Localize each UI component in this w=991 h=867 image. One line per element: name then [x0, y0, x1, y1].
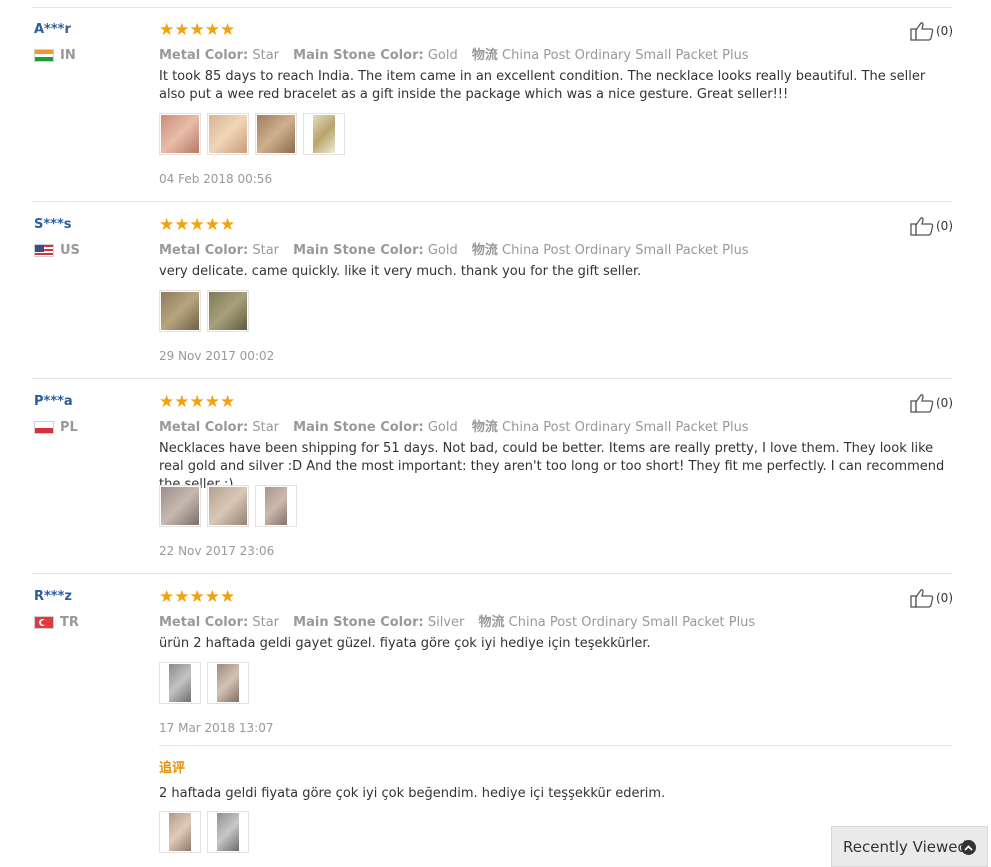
review-divider [32, 378, 952, 379]
follow-up-text: 2 haftada geldi fiyata göre çok iyi çok … [159, 786, 666, 801]
review-photos [159, 485, 297, 527]
helpful-button[interactable]: (0) [910, 21, 953, 41]
country-code: US [60, 243, 80, 258]
review-photos [159, 290, 249, 332]
helpful-button[interactable]: (0) [910, 588, 953, 608]
country-code: IN [60, 48, 76, 63]
reviewer-name[interactable]: P***a [34, 394, 73, 409]
follow-up-label: 追评 [159, 761, 186, 776]
thumbs-up-icon [910, 589, 934, 608]
review-photo[interactable] [159, 113, 201, 155]
thumbs-up-icon [910, 217, 934, 236]
review-photo[interactable] [159, 662, 201, 704]
review-photos [159, 662, 249, 704]
shipping-label: 物流 [471, 48, 498, 63]
stone-color-label: Main Stone Color: [293, 243, 424, 258]
thumbs-up-icon [910, 22, 934, 41]
recently-viewed-button[interactable]: Recently Viewed [831, 826, 988, 867]
follow-up-photos [159, 811, 249, 853]
country-code: PL [60, 420, 78, 435]
review-date: 22 Nov 2017 23:06 [159, 544, 275, 558]
metal-color-label: Metal Color: [159, 243, 249, 258]
stone-color-value: Gold [427, 420, 458, 435]
metal-color-label: Metal Color: [159, 48, 249, 63]
review-attributes: Metal Color: Star Main Stone Color: Gold… [159, 44, 759, 63]
stone-color-label: Main Stone Color: [293, 48, 424, 63]
review-photo[interactable] [255, 113, 297, 155]
reviewer-country: IN [34, 48, 76, 63]
review-date: 29 Nov 2017 00:02 [159, 349, 275, 363]
stone-color-label: Main Stone Color: [293, 615, 424, 630]
review-photos [159, 113, 345, 155]
review-photo[interactable] [159, 811, 201, 853]
helpful-count: (0) [936, 591, 953, 605]
review-photo[interactable] [303, 113, 345, 155]
helpful-count: (0) [936, 219, 953, 233]
helpful-button[interactable]: (0) [910, 393, 953, 413]
metal-color-label: Metal Color: [159, 420, 249, 435]
stone-color-value: Silver [427, 615, 465, 630]
thumbs-up-icon [910, 394, 934, 413]
helpful-button[interactable]: (0) [910, 216, 953, 236]
review-date: 04 Feb 2018 00:56 [159, 172, 273, 186]
review-item: A***r IN ★★★★★ Metal Color: Star Main St… [0, 20, 991, 202]
stone-color-label: Main Stone Color: [293, 420, 424, 435]
star-rating: ★★★★★ [159, 215, 236, 235]
review-divider [32, 573, 952, 574]
review-photo[interactable] [207, 113, 249, 155]
review-attributes: Metal Color: Star Main Stone Color: Gold… [159, 416, 759, 435]
review-photo[interactable] [255, 485, 297, 527]
star-rating: ★★★★★ [159, 587, 236, 607]
shipping-label: 物流 [478, 615, 505, 630]
star-rating: ★★★★★ [159, 392, 236, 412]
review-photo[interactable] [207, 290, 249, 332]
recently-viewed-label: Recently Viewed [843, 837, 967, 856]
shipping-value: China Post Ordinary Small Packet Plus [502, 420, 749, 435]
shipping-value: China Post Ordinary Small Packet Plus [508, 615, 756, 630]
review-date: 17 Mar 2018 13:07 [159, 721, 274, 735]
reviewer-country: TR [34, 615, 79, 630]
review-photo[interactable] [207, 811, 249, 853]
top-divider [32, 7, 952, 8]
review-photo[interactable] [207, 485, 249, 527]
review-item: P***a PL ★★★★★ Metal Color: Star Main St… [0, 392, 991, 574]
helpful-count: (0) [936, 396, 953, 410]
flag-in-icon [34, 49, 54, 62]
reviewer-country: PL [34, 420, 78, 435]
review-photo[interactable] [207, 662, 249, 704]
metal-color-value: Star [252, 615, 280, 630]
follow-up-divider [159, 745, 952, 746]
review-divider [32, 201, 952, 202]
review-text: ürün 2 haftada geldi gayet güzel. fiyata… [159, 636, 651, 651]
reviewer-country: US [34, 243, 80, 258]
flag-tr-icon [34, 616, 54, 629]
shipping-value: China Post Ordinary Small Packet Plus [502, 243, 749, 258]
reviewer-name[interactable]: A***r [34, 22, 71, 37]
review-item: S***s US ★★★★★ Metal Color: Star Main St… [0, 215, 991, 379]
reviewer-name[interactable]: S***s [34, 217, 72, 232]
flag-pl-icon [34, 421, 54, 434]
stone-color-value: Gold [427, 48, 458, 63]
reviewer-name[interactable]: R***z [34, 589, 72, 604]
star-rating: ★★★★★ [159, 20, 236, 40]
shipping-label: 物流 [471, 243, 498, 258]
metal-color-value: Star [252, 48, 280, 63]
stone-color-value: Gold [427, 243, 458, 258]
review-text: It took 85 days to reach India. The item… [159, 69, 926, 102]
shipping-value: China Post Ordinary Small Packet Plus [502, 48, 749, 63]
helpful-count: (0) [936, 24, 953, 38]
review-text: very delicate. came quickly. like it ver… [159, 264, 642, 279]
review-photo[interactable] [159, 290, 201, 332]
review-photo[interactable] [159, 485, 201, 527]
flag-us-icon [34, 244, 54, 257]
review-attributes: Metal Color: Star Main Stone Color: Silv… [159, 611, 765, 630]
metal-color-label: Metal Color: [159, 615, 249, 630]
review-attributes: Metal Color: Star Main Stone Color: Gold… [159, 239, 759, 258]
shipping-label: 物流 [471, 420, 498, 435]
metal-color-value: Star [252, 243, 280, 258]
chevron-up-icon [961, 840, 976, 855]
country-code: TR [60, 615, 79, 630]
metal-color-value: Star [252, 420, 280, 435]
